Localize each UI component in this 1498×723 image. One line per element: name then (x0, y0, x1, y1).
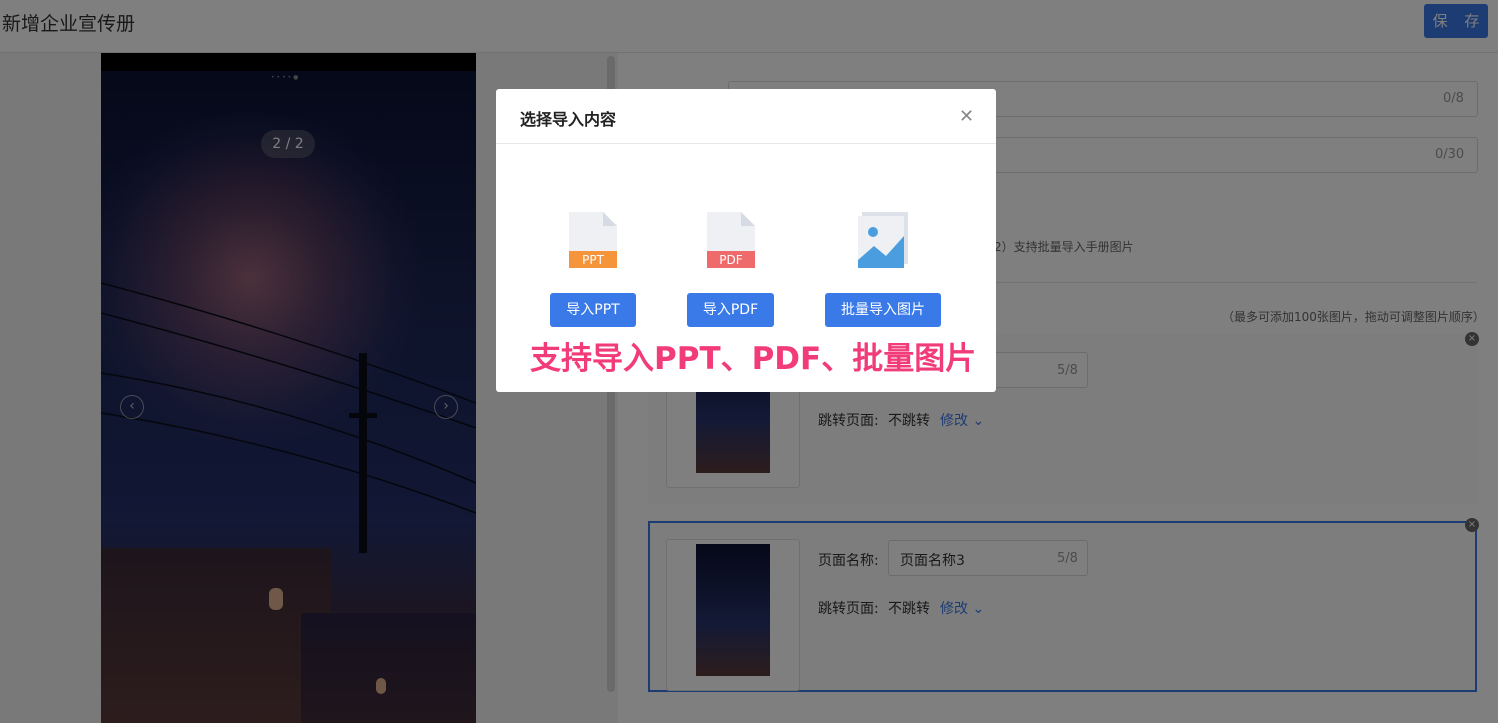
close-icon[interactable]: ✕ (959, 106, 974, 127)
import-modal: 选择导入内容 ✕ PPT PDF 导入PPT 导入PDF 批量导入图片 支持导入… (496, 89, 996, 392)
pdf-tag: PDF (719, 253, 742, 267)
modal-header: 选择导入内容 ✕ (496, 89, 996, 144)
promo-banner: 支持导入PPT、PDF、批量图片 (530, 341, 977, 377)
ppt-tag: PPT (582, 253, 604, 267)
import-pdf-button[interactable]: 导入PDF (687, 293, 774, 327)
import-ppt-button[interactable]: 导入PPT (550, 293, 636, 327)
image-file-icon (858, 212, 908, 268)
ppt-file-icon: PPT (569, 212, 617, 268)
modal-title: 选择导入内容 (520, 110, 617, 129)
import-images-button[interactable]: 批量导入图片 (825, 293, 941, 327)
pdf-file-icon: PDF (707, 212, 755, 268)
